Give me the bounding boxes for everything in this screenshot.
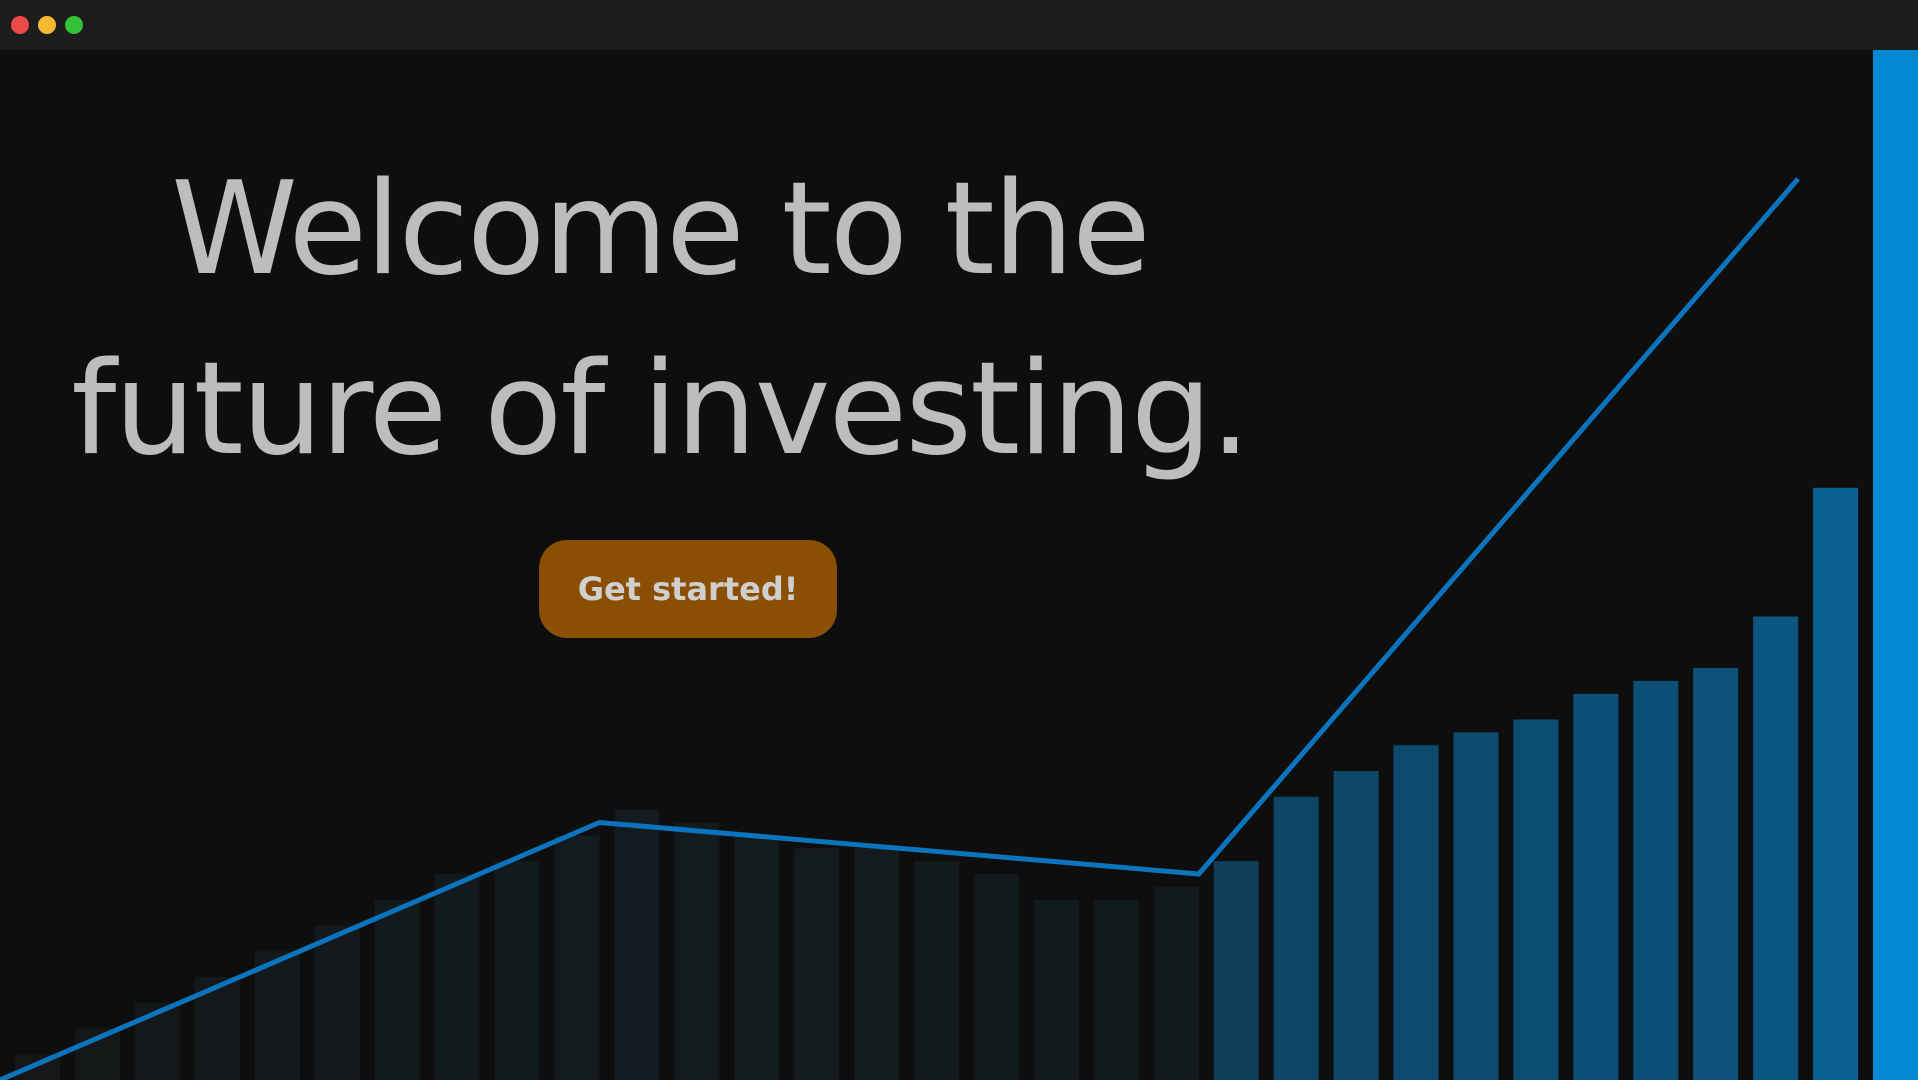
minimize-window-icon[interactable] [38, 16, 56, 34]
chart-bar [554, 835, 600, 1080]
chart-bar [494, 861, 540, 1080]
chart-bar [1453, 732, 1499, 1080]
chart-bar [734, 835, 780, 1080]
chart-bar [1273, 796, 1319, 1080]
chart-bar [914, 861, 959, 1080]
chart-bar [434, 874, 480, 1080]
chart-bar [614, 809, 660, 1080]
chart-bar [854, 848, 900, 1080]
close-window-icon[interactable] [11, 16, 29, 34]
chart-bar [1033, 899, 1079, 1080]
chart-bar [1633, 680, 1679, 1080]
chart-bar [1153, 886, 1199, 1080]
app-window: Welcome to the future of investing. Get … [0, 0, 1918, 1080]
chart-bar [1693, 668, 1739, 1080]
chart-bar [1573, 693, 1619, 1080]
headline-line-2: future of investing. [71, 335, 1251, 484]
chart-bar [1753, 616, 1799, 1080]
chart-bar [1213, 861, 1259, 1080]
hero-headline: Welcome to the future of investing. [30, 140, 1290, 500]
chart-bar [794, 848, 840, 1080]
chart-bar [1513, 719, 1559, 1080]
chart-bar [1813, 487, 1859, 1080]
chart-bar [1093, 899, 1139, 1080]
chart-bar [1393, 745, 1439, 1080]
headline-line-1: Welcome to the [171, 155, 1150, 304]
get-started-button[interactable]: Get started! [539, 540, 837, 638]
chart-bar [1873, 0, 1918, 1080]
chart-bar [314, 925, 360, 1080]
chart-bar [1333, 771, 1379, 1080]
chart-bar [974, 874, 1019, 1080]
chart-bar [254, 951, 300, 1080]
chart-bar [674, 822, 720, 1080]
title-bar [0, 0, 1918, 50]
chart-bar [374, 899, 420, 1080]
maximize-window-icon[interactable] [65, 16, 83, 34]
